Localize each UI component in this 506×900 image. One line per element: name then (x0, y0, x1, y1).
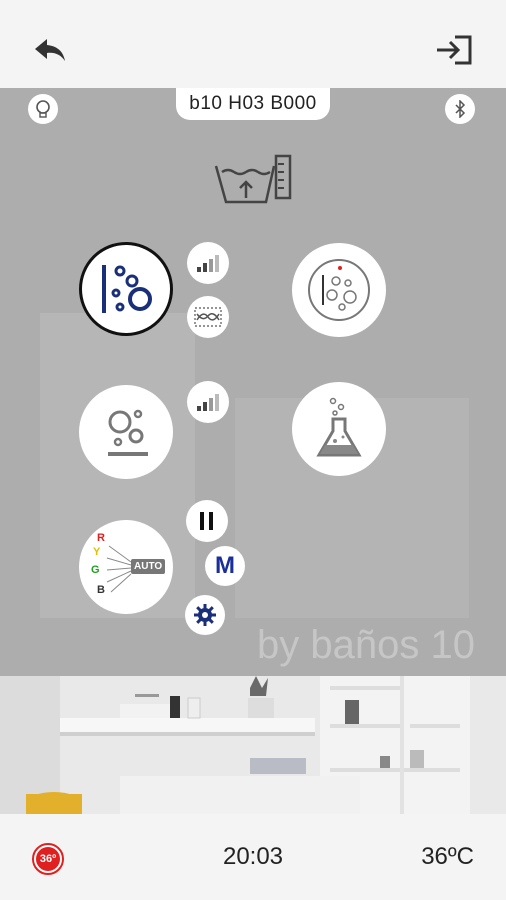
bluetooth-button[interactable] (445, 94, 475, 124)
auto-label: AUTO (131, 559, 166, 574)
color-letter-g: G (91, 564, 100, 576)
bath-fill-icon (214, 154, 292, 204)
logout-icon (437, 35, 472, 65)
jets-button[interactable] (292, 243, 386, 337)
flask-icon (316, 397, 362, 457)
pause-button[interactable] (186, 500, 228, 542)
bubbles-intensity-button[interactable] (187, 242, 229, 284)
color-letter-b: B (97, 584, 105, 596)
air-intensity-button[interactable] (187, 381, 229, 423)
top-bar (0, 0, 506, 88)
bathroom-illustration (0, 676, 506, 814)
bubbles-icon (102, 265, 152, 313)
watermark-tagline: by baños 10 (257, 623, 475, 667)
color-letter-r: R (97, 532, 105, 544)
device-id-label: b10 H03 B000 (176, 88, 330, 120)
chromotherapy-icon: R Y G B AUTO (89, 530, 166, 604)
back-arrow-icon (35, 39, 65, 61)
bathroom-photo (0, 676, 506, 814)
lightbulb-icon (36, 100, 50, 118)
mode-button[interactable]: M (205, 546, 245, 586)
chromotherapy-button[interactable]: R Y G B AUTO (79, 520, 173, 614)
air-bubbles-icon (108, 409, 148, 456)
chromo-flask-button[interactable] (292, 382, 386, 476)
control-panel: by baños 10 R Y G B AUTO M (0, 88, 506, 676)
settings-button[interactable] (185, 595, 225, 635)
air-bubbles-button[interactable] (79, 385, 173, 479)
signal-bars-icon (197, 394, 219, 411)
signal-bars-icon (197, 255, 219, 272)
logout-button[interactable] (432, 28, 476, 72)
light-button[interactable] (28, 94, 58, 124)
bluetooth-icon (455, 100, 466, 118)
wave-pattern-icon (194, 307, 222, 327)
bubbles-button[interactable] (79, 242, 173, 336)
color-letter-y: Y (93, 546, 101, 558)
water-temperature: 36ºC (421, 843, 474, 870)
gear-icon (194, 604, 216, 626)
back-button[interactable] (28, 28, 72, 72)
bubbles-pattern-button[interactable] (187, 296, 229, 338)
jets-icon (308, 259, 370, 321)
pause-icon (200, 512, 213, 530)
